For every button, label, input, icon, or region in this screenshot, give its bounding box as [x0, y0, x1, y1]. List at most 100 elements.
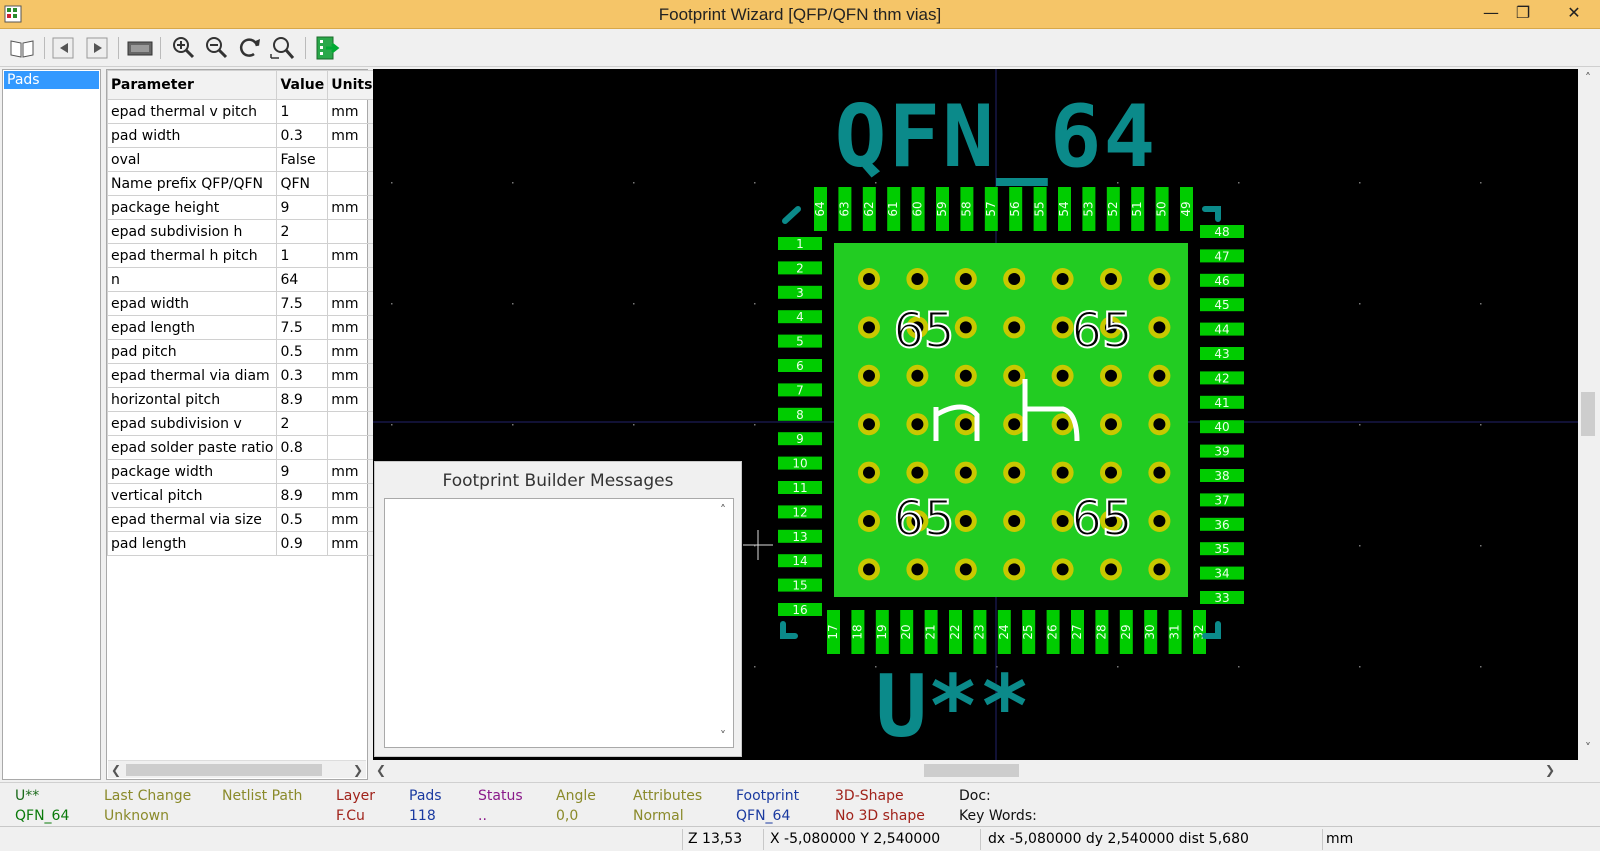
table-row[interactable]: Name prefix QFP/QFN QFN [106, 171, 377, 196]
scroll-down-icon[interactable]: ˅ [1580, 739, 1596, 757]
table-row[interactable]: epad width 7.5 mm [106, 291, 377, 316]
table-row[interactable]: pad width 0.3 mm [106, 123, 377, 148]
table-row[interactable]: oval False [106, 147, 377, 172]
param-value-cell[interactable]: 0.3 [276, 123, 329, 148]
redraw-icon[interactable] [236, 34, 264, 62]
param-units-cell[interactable] [327, 171, 377, 196]
param-name-cell[interactable]: epad subdivision v [106, 411, 278, 436]
param-value-cell[interactable]: 8.9 [276, 483, 329, 508]
display-options-icon[interactable] [126, 34, 154, 62]
param-value-cell[interactable]: 2 [276, 219, 329, 244]
param-units-cell[interactable]: mm [327, 291, 377, 316]
param-value-cell[interactable]: 1 [276, 243, 329, 268]
column-header-units[interactable]: Units [327, 70, 377, 100]
param-value-cell[interactable]: 7.5 [276, 315, 329, 340]
table-row[interactable]: horizontal pitch 8.9 mm [106, 387, 377, 412]
param-name-cell[interactable]: pad pitch [106, 339, 278, 364]
table-row[interactable]: epad thermal h pitch 1 mm [106, 243, 377, 268]
zoom-fit-icon[interactable] [269, 34, 297, 62]
param-value-cell[interactable]: 0.5 [276, 339, 329, 364]
param-name-cell[interactable]: epad thermal via size [106, 507, 278, 532]
table-row[interactable]: epad subdivision h2 [106, 219, 377, 244]
param-units-cell[interactable]: mm [327, 315, 377, 340]
param-units-cell[interactable] [327, 435, 377, 460]
param-value-cell[interactable]: 0.5 [276, 507, 329, 532]
param-name-cell[interactable]: vertical pitch [106, 483, 278, 508]
table-row[interactable]: epad thermal via size 0.5 mm [106, 507, 377, 532]
table-row[interactable]: epad solder paste ratio 0.8 [106, 435, 377, 460]
scroll-left-icon[interactable]: ❮ [373, 761, 389, 779]
grid-horizontal-scrollbar[interactable]: ❮ ❯ [108, 760, 366, 778]
column-header-parameter[interactable]: Parameter [106, 70, 278, 100]
param-units-cell[interactable]: mm [327, 459, 377, 484]
book-icon[interactable] [8, 34, 36, 62]
scroll-left-icon[interactable]: ❮ [108, 761, 124, 779]
param-units-cell[interactable]: mm [327, 387, 377, 412]
param-units-cell[interactable] [327, 219, 377, 244]
param-name-cell[interactable]: epad thermal v pitch [106, 99, 278, 124]
param-name-cell[interactable]: epad thermal h pitch [106, 243, 278, 268]
param-units-cell[interactable] [327, 411, 377, 436]
param-units-cell[interactable] [327, 147, 377, 172]
scroll-up-icon[interactable]: ˄ [715, 501, 731, 519]
param-units-cell[interactable]: mm [327, 195, 377, 220]
minimize-button[interactable]: — [1473, 0, 1509, 26]
param-value-cell[interactable]: 0.8 [276, 435, 329, 460]
table-row[interactable]: n 64 [106, 267, 377, 292]
forward-arrow-icon[interactable] [84, 34, 112, 62]
scroll-up-icon[interactable]: ˄ [1580, 69, 1596, 87]
param-name-cell[interactable]: epad length [106, 315, 278, 340]
table-row[interactable]: epad length 7.5 mm [106, 315, 377, 340]
column-header-value[interactable]: Value [276, 70, 329, 100]
param-value-cell[interactable]: 8.9 [276, 387, 329, 412]
param-name-cell[interactable]: pad length [106, 531, 278, 556]
param-name-cell[interactable]: package height [106, 195, 278, 220]
param-value-cell[interactable]: 2 [276, 411, 329, 436]
table-row[interactable]: epad thermal v pitch 1 mm [106, 99, 377, 124]
param-name-cell[interactable]: oval [106, 147, 278, 172]
scroll-right-icon[interactable]: ❯ [350, 761, 366, 779]
table-row[interactable]: vertical pitch 8.9 mm [106, 483, 377, 508]
table-row[interactable]: package height 9 mm [106, 195, 377, 220]
param-name-cell[interactable]: epad solder paste ratio [106, 435, 278, 460]
param-value-cell[interactable]: 0.9 [276, 531, 329, 556]
param-units-cell[interactable]: mm [327, 531, 377, 556]
param-units-cell[interactable]: mm [327, 363, 377, 388]
canvas-horizontal-scrollbar[interactable]: ❮ ❯ [373, 760, 1578, 780]
param-units-cell[interactable]: mm [327, 243, 377, 268]
param-name-cell[interactable]: pad width [106, 123, 278, 148]
param-value-cell[interactable]: 9 [276, 459, 329, 484]
param-value-cell[interactable]: 7.5 [276, 291, 329, 316]
param-value-cell[interactable]: 0.3 [276, 363, 329, 388]
zoom-out-icon[interactable] [203, 34, 231, 62]
param-name-cell[interactable]: epad subdivision h [106, 219, 278, 244]
table-row[interactable]: epad thermal via diam 0.3 mm [106, 363, 377, 388]
close-button[interactable]: ✕ [1550, 0, 1598, 26]
param-value-cell[interactable]: 9 [276, 195, 329, 220]
scroll-thumb[interactable] [126, 764, 322, 776]
param-value-cell[interactable]: 1 [276, 99, 329, 124]
param-name-cell[interactable]: n [106, 267, 278, 292]
page-item-pads[interactable]: Pads [4, 71, 99, 89]
param-units-cell[interactable]: mm [327, 483, 377, 508]
back-arrow-icon[interactable] [50, 34, 78, 62]
scroll-thumb[interactable] [1581, 392, 1595, 436]
param-units-cell[interactable] [327, 267, 377, 292]
table-row[interactable]: pad length 0.9 mm [106, 531, 377, 556]
param-units-cell[interactable]: mm [327, 507, 377, 532]
param-name-cell[interactable]: Name prefix QFP/QFN [106, 171, 278, 196]
param-value-cell[interactable]: 64 [276, 267, 329, 292]
scroll-down-icon[interactable]: ˅ [715, 727, 731, 745]
scroll-right-icon[interactable]: ❯ [1542, 761, 1558, 779]
table-row[interactable]: epad subdivision v2 [106, 411, 377, 436]
param-value-cell[interactable]: QFN [276, 171, 329, 196]
messages-textbox[interactable]: ˄ ˅ [384, 498, 734, 748]
param-units-cell[interactable]: mm [327, 339, 377, 364]
param-name-cell[interactable]: package width [106, 459, 278, 484]
param-name-cell[interactable]: horizontal pitch [106, 387, 278, 412]
param-name-cell[interactable]: epad width [106, 291, 278, 316]
table-row[interactable]: package width 9 mm [106, 459, 377, 484]
param-value-cell[interactable]: False [276, 147, 329, 172]
param-units-cell[interactable]: mm [327, 123, 377, 148]
zoom-in-icon[interactable] [170, 34, 198, 62]
